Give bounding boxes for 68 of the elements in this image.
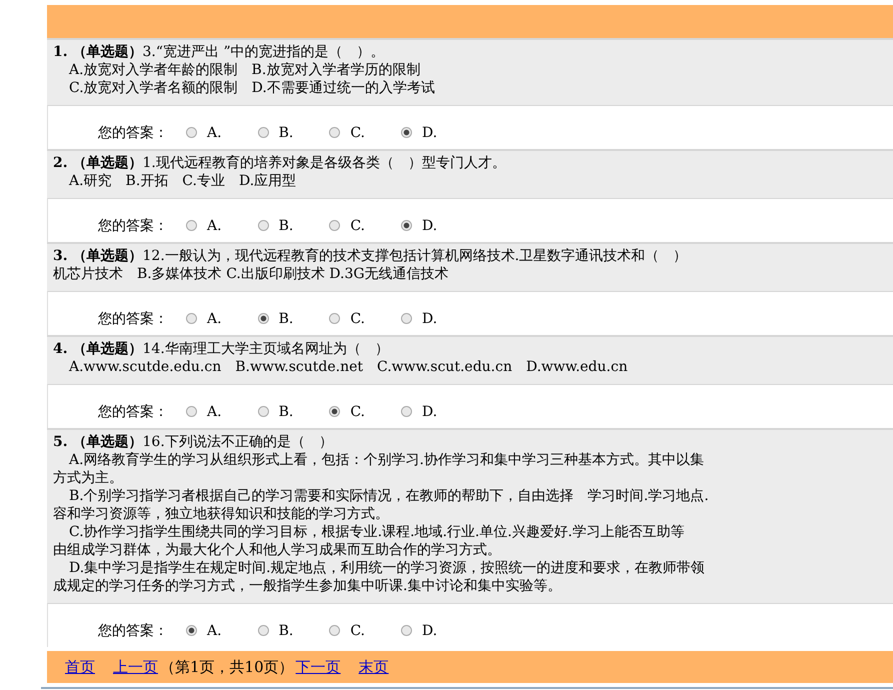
- radio-button[interactable]: [186, 406, 197, 417]
- radio-button[interactable]: [186, 625, 197, 636]
- option-text-continued: 由组成学习群体，为最大化个人和他人学习成果而互助合作的学习方式。: [53, 542, 501, 558]
- last-page-link[interactable]: 末页: [358, 658, 389, 676]
- choice-label: D.: [422, 218, 438, 234]
- radio-button[interactable]: [186, 313, 197, 324]
- radio-button[interactable]: [258, 625, 269, 636]
- choice-label: C.: [350, 310, 365, 326]
- choice-label: D.: [422, 622, 438, 638]
- radio-button[interactable]: [329, 313, 340, 324]
- option-text: A.放宽对入学者年龄的限制 B.放宽对入学者学历的限制: [69, 62, 420, 78]
- choice-label: A.: [207, 622, 222, 638]
- question-title: 4. （单选题）14.华南理工大学主页域名网址为（ ）: [53, 341, 389, 357]
- choice-label: D.: [422, 404, 438, 420]
- option-text: C.协作学习指学生围绕共同的学习目标，根据专业.课程.地域.行业.单位.兴趣爱好.学习上能否互助等: [69, 524, 684, 540]
- choice-label: C.: [350, 218, 365, 234]
- choice-label: A.: [207, 404, 222, 420]
- answer-label: 您的答案：: [98, 622, 168, 640]
- answer-label: 您的答案：: [98, 216, 168, 234]
- radio-button[interactable]: [329, 127, 340, 138]
- answer-label: 您的答案：: [98, 402, 168, 420]
- radio-button[interactable]: [258, 406, 269, 417]
- radio-button[interactable]: [258, 127, 269, 138]
- choice-label: A.: [207, 218, 222, 234]
- choice-label: C.: [350, 124, 365, 140]
- radio-button[interactable]: [400, 625, 412, 636]
- radio-button[interactable]: [329, 625, 340, 636]
- option-text: D.集中学习是指学生在规定时间.规定地点，利用统一的学习资源，按照统一的进度和要求，在教师带领: [69, 560, 705, 576]
- option-text: C.放宽对入学者名额的限制 D.不需要通过统一的入学考试: [69, 80, 435, 96]
- radio-button[interactable]: [400, 127, 412, 138]
- choice-label: B.: [278, 404, 294, 420]
- choice-label: B.: [278, 310, 294, 326]
- radio-button[interactable]: [258, 220, 269, 231]
- option-text: A.www.scutde.edu.cn B.www.scutde.net C.www.scut.edu.cn D.www.edu.cn: [69, 359, 628, 375]
- option-text-continued: 容和学习资源等，独立地获得知识和技能的学习方式。: [53, 506, 389, 522]
- radio-button[interactable]: [186, 220, 197, 231]
- choice-label: D.: [422, 310, 438, 326]
- option-text-continued: 机芯片技术 B.多媒体技术 C.出版印刷技术 D.3G无线通信技术: [53, 266, 449, 282]
- choice-label: C.: [350, 622, 365, 638]
- choice-label: B.: [278, 124, 294, 140]
- radio-button[interactable]: [400, 220, 412, 231]
- question-title: 2. （单选题）1.现代远程教育的培养对象是各级各类（ ）型专门人才。: [53, 155, 506, 171]
- answer-label: 您的答案：: [98, 124, 168, 142]
- option-text: B.个别学习指学习者根据自己的学习需要和实际情况，在教师的帮助下，自由选择 学习时间.学习地点.: [69, 488, 709, 504]
- choice-label: C.: [350, 404, 365, 420]
- question-title: 5. （单选题）16.下列说法不正确的是（ ）: [53, 434, 333, 450]
- next-page-link[interactable]: 下一页: [296, 658, 341, 676]
- option-text-continued: 方式为主。: [53, 470, 123, 486]
- choice-label: A.: [207, 124, 222, 140]
- answer-label: 您的答案：: [98, 310, 168, 328]
- choice-label: A.: [207, 310, 222, 326]
- page-info: （第1页，共10页）: [160, 658, 294, 676]
- radio-button[interactable]: [329, 406, 340, 417]
- choice-label: D.: [422, 124, 438, 140]
- question-title: 3. （单选题）12.一般认为，现代远程教育的技术支撑包括计算机网络技术.卫星数字通讯技术和（ ）: [53, 248, 688, 264]
- radio-button[interactable]: [329, 220, 340, 231]
- option-text: A.研究 B.开拓 C.专业 D.应用型: [69, 173, 296, 189]
- radio-button[interactable]: [400, 313, 412, 324]
- radio-button[interactable]: [258, 313, 269, 324]
- option-text-continued: 成规定的学习任务的学习方式，一般指学生参加集中听课.集中讨论和集中实验等。: [53, 578, 562, 594]
- choice-label: B.: [278, 218, 294, 234]
- first-page-link[interactable]: 首页: [65, 658, 95, 676]
- radio-button[interactable]: [186, 127, 197, 138]
- option-text: A.网络教育学生的学习从组织形式上看，包括：个别学习.协作学习和集中学习三种基本方式。其中以集: [69, 452, 704, 468]
- question-title: 1. （单选题）3.“宽进严出 ”中的宽进指的是（ ）。: [53, 44, 385, 60]
- choice-label: B.: [278, 622, 294, 638]
- radio-button[interactable]: [400, 406, 412, 417]
- previous-page-link[interactable]: 上一页: [113, 658, 158, 676]
